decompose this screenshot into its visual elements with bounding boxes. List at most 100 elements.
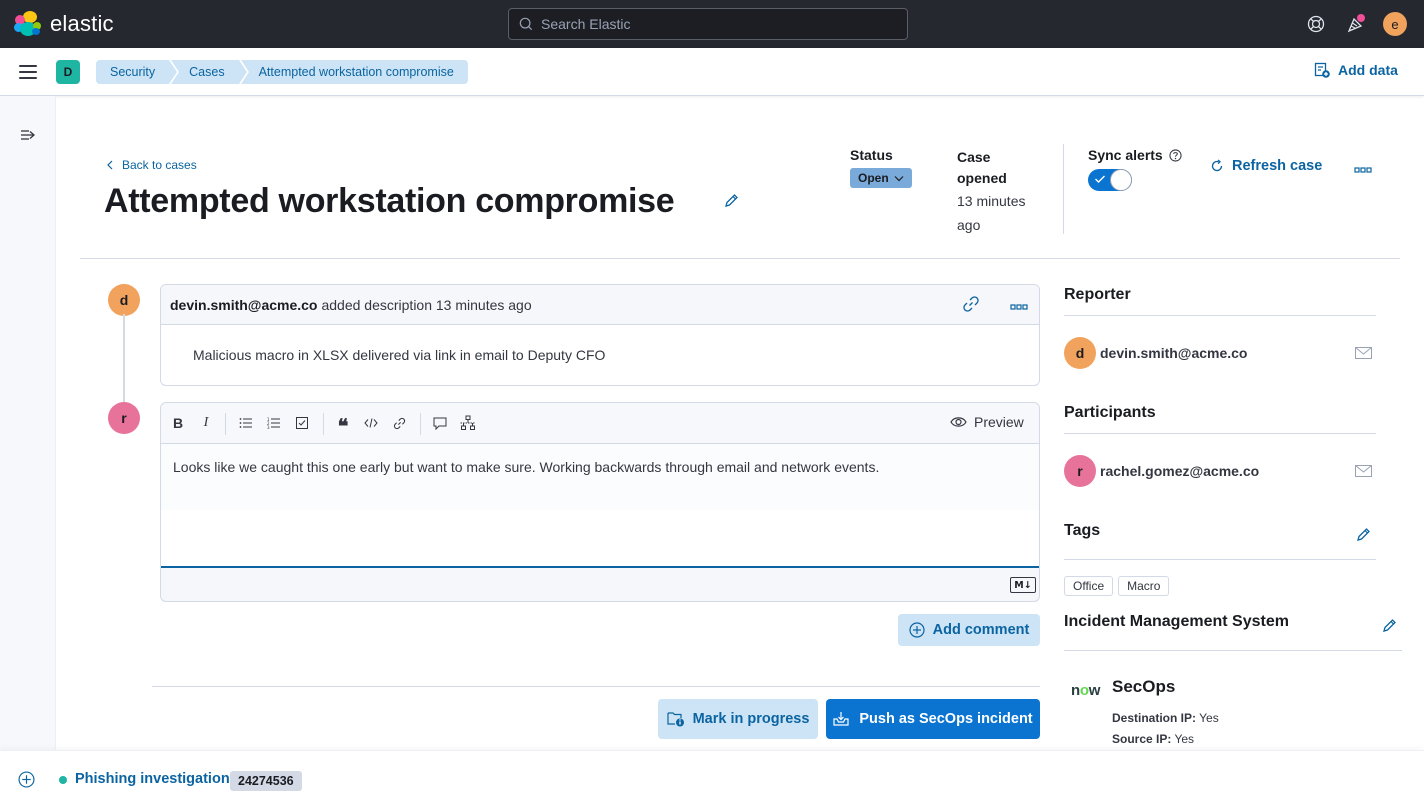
case-opened-block: Case opened 13 minutes ago (957, 147, 1047, 237)
preview-button[interactable]: Preview (950, 414, 1024, 430)
mail-icon (1355, 465, 1372, 477)
description-author-avatar: d (108, 284, 140, 316)
markdown-icon[interactable]: M↓ (1010, 577, 1036, 593)
status-dropdown[interactable]: Open (850, 168, 912, 188)
add-data-link[interactable]: Add data (1314, 62, 1398, 78)
add-comment-button[interactable]: Add comment (898, 614, 1040, 646)
insert-visualization-button[interactable] (459, 414, 477, 432)
toolbar-separator (420, 413, 421, 435)
reporter-divider (1064, 315, 1376, 316)
connector-field: Source IP: Yes (1112, 732, 1195, 746)
participant-user: r rachel.gomez@acme.co (1064, 455, 1259, 487)
link-icon (963, 296, 979, 312)
mark-in-progress-button[interactable]: Mark in progress (658, 699, 818, 739)
add-data-label: Add data (1338, 62, 1398, 78)
connector-field: Destination IP: Yes (1112, 711, 1219, 725)
task-list-button[interactable] (293, 414, 311, 432)
more-horizontal-icon (1010, 304, 1028, 310)
search-input[interactable] (541, 16, 881, 32)
comment-icon (433, 417, 447, 430)
participant-avatar: r (1064, 455, 1096, 487)
insert-link-button[interactable] (390, 414, 408, 432)
reporter-email: devin.smith@acme.co (1100, 345, 1248, 361)
check-icon (1095, 175, 1105, 183)
user-avatar[interactable]: e (1383, 12, 1407, 36)
chevron-left-icon (107, 160, 113, 170)
case-opened-label-line2: opened (957, 170, 1007, 186)
svg-text:3: 3 (267, 425, 270, 429)
dock-arrow-icon (21, 130, 35, 140)
sync-alerts-toggle[interactable] (1088, 169, 1132, 191)
back-to-cases-link[interactable]: Back to cases (106, 158, 197, 172)
case-actions-more-button[interactable] (1354, 160, 1372, 178)
dock-nav-button[interactable] (20, 128, 36, 147)
breadcrumb-header: D Security Cases Attempted workstation c… (0, 48, 1424, 96)
participant-email: rachel.gomez@acme.co (1100, 463, 1260, 479)
refresh-case-button[interactable]: Refresh case (1210, 158, 1322, 174)
breadcrumb: Security Cases Attempted workstation com… (96, 60, 470, 84)
case-opened-value-line1: 13 minutes (957, 193, 1026, 209)
description-action: added description 13 minutes ago (321, 296, 532, 313)
menu-toggle-button[interactable] (19, 65, 37, 79)
participants-divider (1064, 433, 1376, 434)
case-opened-value-line2: ago (957, 217, 981, 233)
help-button[interactable] (1304, 12, 1328, 36)
insert-comment-button[interactable] (431, 414, 449, 432)
timeline-id-badge: 24274536 (230, 771, 302, 791)
servicenow-logo: now (1071, 682, 1101, 699)
chevron-down-icon (894, 175, 904, 181)
italic-button[interactable]: I (197, 414, 215, 432)
tag-badge[interactable]: Office (1064, 576, 1114, 596)
ims-divider (1064, 650, 1402, 651)
tags-divider (1064, 559, 1376, 560)
news-feed-button[interactable] (1344, 12, 1368, 36)
comment-textarea[interactable]: Looks like we caught this one early but … (161, 444, 1039, 568)
breadcrumb-cases[interactable]: Cases (171, 60, 248, 84)
push-incident-button[interactable]: Push as SecOps incident (826, 699, 1040, 739)
breadcrumb-security[interactable]: Security (96, 60, 178, 84)
mark-in-progress-label: Mark in progress (692, 711, 810, 727)
edit-title-button[interactable] (723, 193, 739, 214)
bold-button[interactable]: B (169, 414, 187, 432)
connector-name: SecOps (1112, 677, 1176, 696)
refresh-icon (1211, 159, 1223, 172)
edit-connector-button[interactable] (1381, 618, 1397, 639)
description-panel: devin.smith@acme.co added description 13… (160, 284, 1040, 386)
ordered-list-button[interactable]: 123 (265, 414, 283, 432)
unordered-list-button[interactable] (237, 414, 255, 432)
description-text: Malicious macro in XLSX delivered via li… (193, 347, 606, 363)
tag-list: Office Macro (1064, 576, 1174, 596)
comment-editor: B I 123 ❝ Preview Looks like we caught t… (160, 402, 1040, 602)
tags-title: Tags (1064, 522, 1101, 539)
space-avatar[interactable]: D (56, 60, 80, 84)
tag-badge[interactable]: Macro (1118, 576, 1170, 596)
tree-icon (460, 415, 476, 430)
email-reporter-button[interactable] (1355, 346, 1372, 364)
quote-icon: ❝ (337, 414, 349, 438)
code-icon (364, 418, 378, 428)
refresh-case-label: Refresh case (1232, 158, 1323, 174)
description-more-button[interactable] (1010, 297, 1028, 313)
email-participant-button[interactable] (1355, 464, 1372, 482)
comment-author-avatar: r (108, 402, 140, 434)
breadcrumb-current: Attempted workstation compromise (240, 60, 468, 84)
new-timeline-button[interactable] (18, 771, 35, 793)
sync-alerts-block: Sync alerts (1088, 147, 1182, 191)
quote-button[interactable]: ❝ (334, 414, 352, 438)
timeline-bottom-bar: Phishing investigation 24274536 (0, 750, 1424, 801)
markdown-toolbar: B I 123 ❝ Preview (161, 403, 1039, 444)
code-button[interactable] (362, 414, 380, 432)
question-icon[interactable] (1169, 148, 1182, 162)
global-search[interactable] (508, 8, 908, 40)
list-bullet-icon (239, 418, 252, 428)
copy-link-button[interactable] (962, 295, 980, 316)
edit-tags-button[interactable] (1355, 527, 1371, 548)
search-icon (519, 17, 533, 31)
toolbar-separator (225, 413, 226, 435)
timeline-title-link[interactable]: Phishing investigation (75, 771, 230, 787)
more-horizontal-icon (1354, 167, 1372, 173)
header-bottom-divider (80, 258, 1400, 259)
timeline-status-dot (59, 776, 67, 784)
elastic-logo[interactable]: elastic (14, 10, 114, 38)
pencil-icon (1383, 619, 1396, 632)
